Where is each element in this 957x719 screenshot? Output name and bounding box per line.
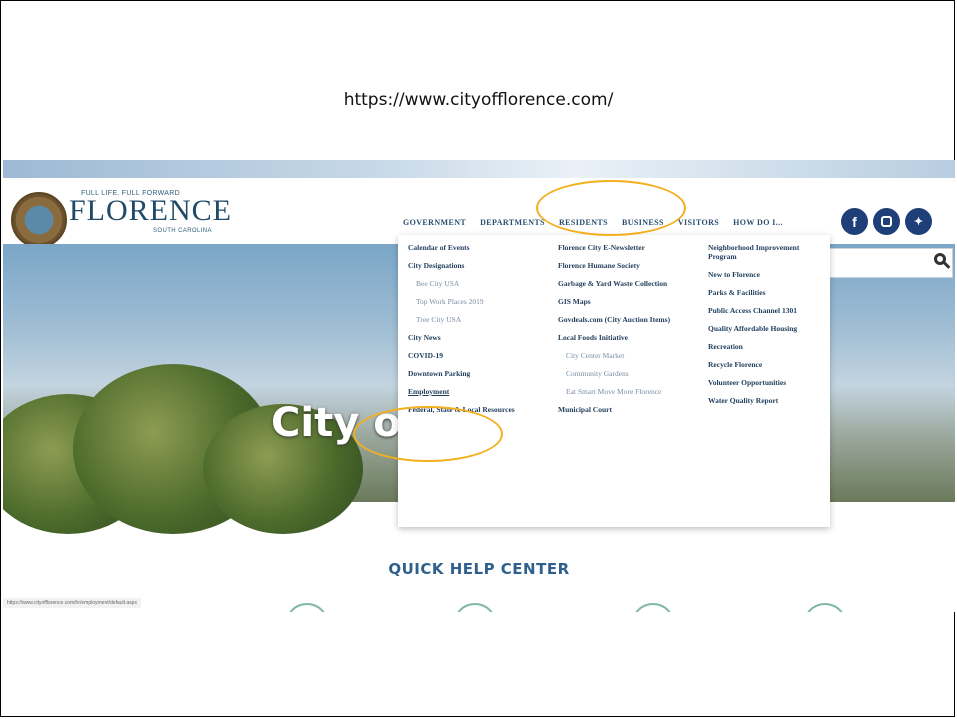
menu-subitem[interactable]: Community Gardens bbox=[558, 369, 688, 378]
nav-departments[interactable]: DEPARTMENTS bbox=[480, 218, 545, 227]
menu-item[interactable]: City News bbox=[408, 333, 536, 342]
menu-item[interactable]: Federal, State & Local Resources bbox=[408, 405, 536, 414]
menu-item[interactable]: Water Quality Report bbox=[708, 396, 823, 405]
main-nav: GOVERNMENT DEPARTMENTS RESIDENTS BUSINES… bbox=[403, 218, 783, 227]
search-icon[interactable] bbox=[934, 253, 946, 265]
hero-title: City o bbox=[271, 400, 401, 446]
menu-item[interactable]: Downtown Parking bbox=[408, 369, 536, 378]
menu-item[interactable]: Recycle Florence bbox=[708, 360, 823, 369]
nav-how-do-i[interactable]: HOW DO I... bbox=[733, 218, 783, 227]
menu-item[interactable]: Volunteer Opportunities bbox=[708, 378, 823, 387]
menu-column-3: Neighborhood Improvement Program New to F… bbox=[708, 243, 823, 414]
menu-subitem[interactable]: Tree City USA bbox=[408, 315, 536, 324]
menu-subitem[interactable]: Bee City USA bbox=[408, 279, 536, 288]
city-seal-logo[interactable] bbox=[11, 192, 67, 248]
menu-subitem[interactable]: Top Work Places 2019 bbox=[408, 297, 536, 306]
quick-help-icon[interactable] bbox=[453, 603, 497, 612]
nav-residents[interactable]: RESIDENTS bbox=[559, 218, 608, 227]
quick-help-icon[interactable] bbox=[803, 603, 847, 612]
nav-government[interactable]: GOVERNMENT bbox=[403, 218, 466, 227]
quick-help-heading: QUICK HELP CENTER bbox=[388, 560, 570, 578]
menu-item[interactable]: Employment bbox=[408, 387, 536, 396]
instagram-icon[interactable] bbox=[873, 208, 900, 235]
menu-column-2: Florence City E-Newsletter Florence Human… bbox=[558, 243, 688, 423]
menu-item[interactable]: Govdeals.com (City Auction Items) bbox=[558, 315, 688, 324]
search-input[interactable] bbox=[823, 248, 953, 278]
website-screenshot: FULL LIFE. FULL FORWARD FLORENCE SOUTH C… bbox=[3, 160, 955, 612]
caption-url: https://www.cityofflorence.com/ bbox=[343, 90, 614, 110]
menu-item[interactable]: Florence City E-Newsletter bbox=[558, 243, 688, 252]
quick-help-icon[interactable] bbox=[631, 603, 675, 612]
menu-item[interactable]: City Designations bbox=[408, 261, 536, 270]
menu-item[interactable]: Florence Humane Society bbox=[558, 261, 688, 270]
quick-help-icon[interactable] bbox=[285, 603, 329, 612]
menu-item[interactable]: Public Access Channel 1301 bbox=[708, 306, 823, 315]
menu-item[interactable]: Neighborhood Improvement Program bbox=[708, 243, 823, 261]
menu-subitem[interactable]: City Center Market bbox=[558, 351, 688, 360]
menu-item[interactable]: New to Florence bbox=[708, 270, 823, 279]
logo-subtitle: SOUTH CAROLINA bbox=[153, 228, 212, 234]
menu-item[interactable]: Calendar of Events bbox=[408, 243, 536, 252]
facebook-icon[interactable]: f bbox=[841, 208, 868, 235]
twitter-icon[interactable]: ✦ bbox=[905, 208, 932, 235]
menu-item[interactable]: Recreation bbox=[708, 342, 823, 351]
menu-item[interactable]: Municipal Court bbox=[558, 405, 688, 414]
menu-column-1: Calendar of Events City Designations Bee C… bbox=[408, 243, 536, 423]
menu-item[interactable]: Garbage & Yard Waste Collection bbox=[558, 279, 688, 288]
menu-item[interactable]: Parks & Facilities bbox=[708, 288, 823, 297]
nav-visitors[interactable]: VISITORS bbox=[678, 218, 719, 227]
menu-item[interactable]: COVID-19 bbox=[408, 351, 536, 360]
menu-subitem[interactable]: Eat Smart Move More Florence bbox=[558, 387, 688, 396]
menu-item[interactable]: Quality Affordable Housing bbox=[708, 324, 823, 333]
menu-item[interactable]: Local Foods Initiative bbox=[558, 333, 688, 342]
status-bar-url: https://www.cityofflorence.com/hr/employ… bbox=[3, 598, 141, 608]
nav-business[interactable]: BUSINESS bbox=[622, 218, 664, 227]
residents-dropdown-menu: Calendar of Events City Designations Bee C… bbox=[398, 235, 830, 527]
menu-item[interactable]: GIS Maps bbox=[558, 297, 688, 306]
logo-wordmark[interactable]: FLORENCE bbox=[69, 194, 232, 228]
